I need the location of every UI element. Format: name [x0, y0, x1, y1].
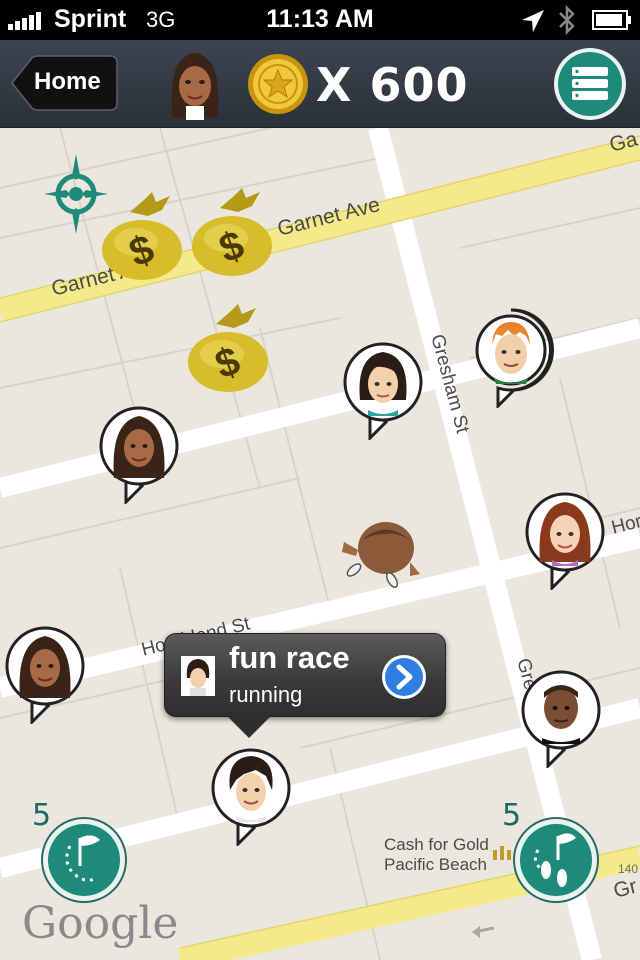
menu-button[interactable]	[552, 46, 628, 122]
player-marker[interactable]	[518, 668, 604, 768]
money-bag-icon[interactable]: $	[100, 192, 186, 282]
poi-name: Cash for Gold	[384, 835, 489, 854]
home-button-label: Home	[34, 68, 101, 95]
location-arrow-icon	[522, 10, 544, 32]
money-bag-icon[interactable]: $	[186, 304, 272, 394]
battery-icon	[592, 10, 631, 30]
race-callout[interactable]: fun race running	[164, 633, 446, 738]
poi-area: Pacific Beach	[384, 855, 487, 874]
shop-poi-icon	[493, 846, 511, 860]
player-avatar[interactable]	[166, 48, 224, 120]
player-marker[interactable]	[96, 404, 182, 504]
home-button[interactable]: Home	[10, 55, 118, 111]
race-host-avatar	[181, 656, 215, 696]
runner-avatar[interactable]	[340, 512, 430, 592]
player-marker-race-host[interactable]	[208, 746, 294, 846]
gold-coin-icon	[248, 54, 308, 114]
status-bar: Sprint 3G 11:13 AM	[0, 0, 640, 40]
player-marker[interactable]	[468, 308, 554, 408]
race-title: fun race	[229, 640, 350, 675]
poi-label: Cash for Gold Pacific Beach	[384, 835, 489, 875]
player-marker[interactable]	[340, 340, 426, 440]
compass-locate-icon[interactable]	[44, 154, 108, 234]
disclosure-arrow-icon[interactable]	[381, 654, 427, 700]
map-view[interactable]: Garnet Ave Garnet Av Ga Gresham St Gre H…	[0, 128, 640, 960]
player-marker[interactable]	[2, 624, 88, 724]
coin-count: X 600	[316, 58, 469, 112]
race-route-button[interactable]	[40, 816, 128, 904]
money-bag-icon[interactable]: $	[190, 188, 276, 278]
footsteps-button[interactable]	[512, 816, 600, 904]
bluetooth-icon	[559, 5, 575, 35]
google-attribution: Google	[22, 898, 179, 949]
player-marker[interactable]	[522, 490, 608, 590]
race-status: running	[229, 682, 303, 707]
address-number: 140	[618, 862, 639, 876]
top-bar: Home X 600	[0, 40, 640, 128]
